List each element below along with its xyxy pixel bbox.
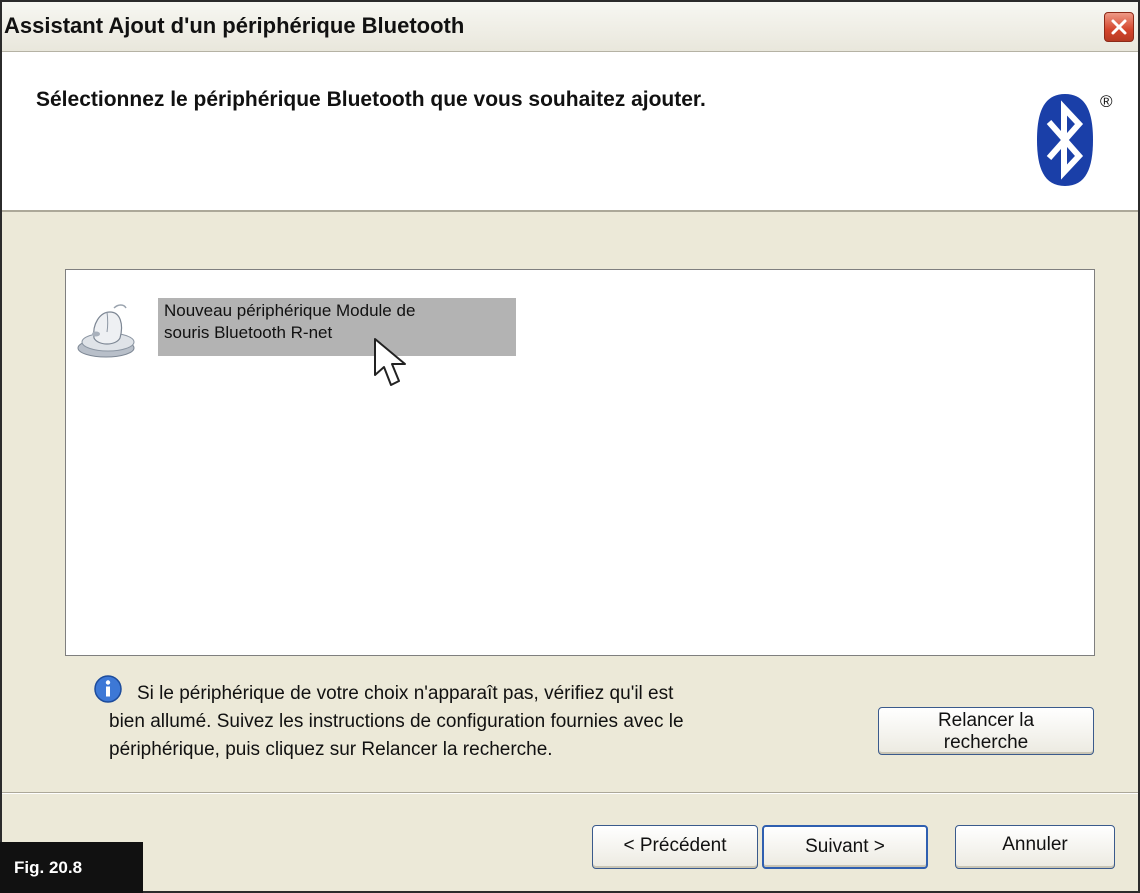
rescan-label-line2: recherche	[943, 732, 1029, 753]
device-label-line1: Nouveau périphérique Module de	[164, 301, 416, 320]
device-label-line2: souris Bluetooth R-net	[164, 323, 333, 342]
info-line1: Si le périphérique de votre choix n'appa…	[137, 683, 674, 704]
header-panel: Sélectionnez le périphérique Bluetooth q…	[2, 52, 1138, 212]
wizard-window: Assistant Ajout d'un périphérique Blueto…	[0, 0, 1140, 893]
info-message: Si le périphérique de votre choix n'appa…	[109, 680, 869, 764]
page-title: Sélectionnez le périphérique Bluetooth q…	[36, 88, 706, 111]
cancel-button[interactable]: Annuler	[955, 825, 1115, 869]
bluetooth-logo	[1037, 94, 1093, 186]
info-line3: périphérique, puis cliquez sur Relancer …	[109, 739, 553, 760]
mouse-pointer-icon	[374, 338, 406, 386]
rescan-button[interactable]: Relancer la recherche	[878, 707, 1094, 755]
rescan-label-line1: Relancer la	[937, 710, 1035, 731]
next-button[interactable]: Suivant >	[762, 825, 928, 869]
device-label: Nouveau périphérique Module de souris Bl…	[158, 298, 516, 356]
info-line2: bien allumé. Suivez les instructions de …	[109, 711, 684, 732]
window-title: Assistant Ajout d'un périphérique Blueto…	[4, 13, 465, 38]
back-button[interactable]: < Précédent	[592, 825, 758, 869]
list-item-device[interactable]: Nouveau périphérique Module de souris Bl…	[74, 294, 534, 358]
device-list[interactable]: Nouveau périphérique Module de souris Bl…	[65, 269, 1095, 656]
footer-divider	[2, 792, 1138, 794]
close-button[interactable]	[1104, 12, 1134, 42]
registered-mark: ®	[1100, 92, 1113, 111]
mouse-device-icon	[77, 304, 135, 358]
close-icon	[1111, 19, 1127, 35]
title-bar[interactable]: Assistant Ajout d'un périphérique Blueto…	[2, 2, 1138, 52]
figure-label: Fig. 20.8	[0, 842, 143, 893]
